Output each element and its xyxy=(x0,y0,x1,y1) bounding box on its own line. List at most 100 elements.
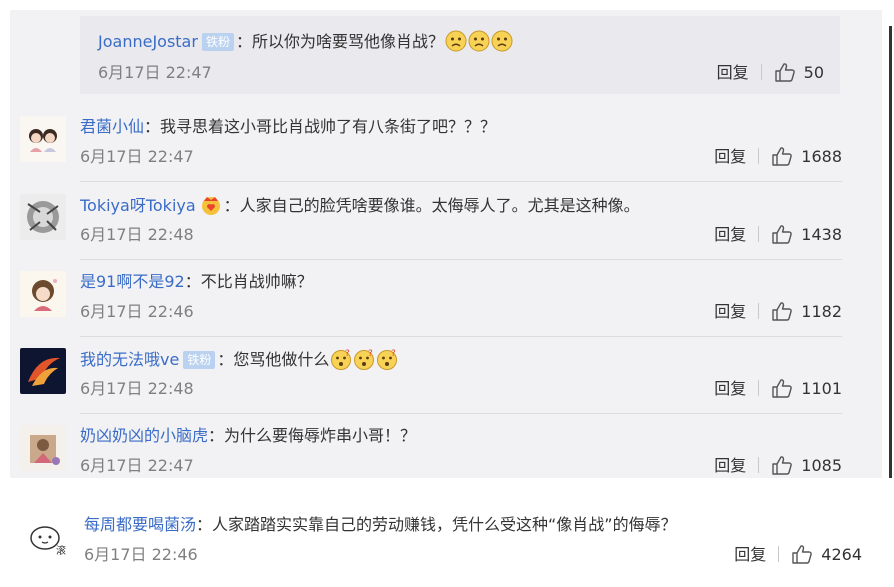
username-link[interactable]: Tokiya呀Tokiya xyxy=(80,196,196,215)
reply-button[interactable]: 回复 xyxy=(714,456,746,475)
timestamp: 6月17日 22:47 xyxy=(98,63,212,82)
reply-button[interactable]: 回复 xyxy=(734,545,766,564)
actions: 回复 1688 xyxy=(714,146,842,168)
timestamp: 6月17日 22:48 xyxy=(80,379,194,398)
comment-line: 奶凶奶凶的小脑虎：为什么要侮辱炸串小哥！？ xyxy=(80,425,416,447)
nested-reply-line: JoanneJostar 铁粉 ：所以你为啥要骂他像肖战？ xyxy=(98,30,513,53)
fan-badge[interactable]: 铁粉 xyxy=(183,351,216,369)
like-count: 4264 xyxy=(821,545,862,564)
divider xyxy=(80,259,842,260)
comment-item: 君菌小仙：我寻思着这小哥比肖战帅了有八条街了吧？？？ 6月17日 22:47 回… xyxy=(20,116,842,172)
comment-line: 我的无法哦ve 铁粉 ：您骂他做什么??? xyxy=(80,348,398,371)
thumbs-up-icon[interactable] xyxy=(774,62,796,82)
svg-text:?: ? xyxy=(391,349,396,359)
fan-badge[interactable]: 铁粉 xyxy=(201,33,234,51)
avatar[interactable] xyxy=(20,271,66,317)
username-link[interactable]: JoanneJostar xyxy=(98,32,198,51)
reply-button[interactable]: 回复 xyxy=(714,225,746,244)
username-link[interactable]: 是91啊不是92 xyxy=(80,272,185,291)
actions: 回复 1182 xyxy=(714,301,842,323)
divider xyxy=(80,336,842,337)
scrollbar[interactable] xyxy=(889,26,892,478)
username-link[interactable]: 君菌小仙 xyxy=(80,117,144,136)
like-count: 1688 xyxy=(801,147,842,166)
reply-button[interactable]: 回复 xyxy=(714,302,746,321)
comment-meta: 6月17日 22:47 回复 1085 xyxy=(80,455,842,477)
comment-line: 君菌小仙：我寻思着这小哥比肖战帅了有八条街了吧？？？ xyxy=(80,116,496,138)
comment-item: 是91啊不是92：不比肖战帅嘛？ 6月17日 22:46 回复 1182 xyxy=(20,271,842,327)
username-link[interactable]: 奶凶奶凶的小脑虎 xyxy=(80,426,208,445)
comment-item: 滚 每周都要喝菌汤：人家踏踏实实靠自己的劳动赚钱，凭什么受这种“像肖战”的侮辱？… xyxy=(24,514,862,570)
comment-line: 每周都要喝菌汤：人家踏踏实实靠自己的劳动赚钱，凭什么受这种“像肖战”的侮辱？ xyxy=(84,514,677,536)
comment-text: ：人家自己的脸凭啥要像谁。太侮辱人了。尤其是这种像。 xyxy=(223,196,640,215)
comment-text: ：不比肖战帅嘛？ xyxy=(184,272,313,291)
nested-reply-meta: 6月17日 22:47 回复 50 xyxy=(98,62,824,84)
like-count: 50 xyxy=(803,63,824,82)
thumbs-up-icon[interactable] xyxy=(771,455,793,475)
sad-face-emoji xyxy=(445,30,467,52)
reply-button[interactable]: 回复 xyxy=(714,147,746,166)
timestamp: 6月17日 22:46 xyxy=(80,302,194,321)
crown-badge-icon[interactable] xyxy=(200,194,222,216)
comment-item: 我的无法哦ve 铁粉 ：您骂他做什么??? 6月17日 22:48 回复 1101 xyxy=(20,348,842,404)
svg-text:?: ? xyxy=(345,349,350,359)
avatar[interactable] xyxy=(20,348,66,394)
puzzled-face-emoji: ? xyxy=(377,349,398,370)
comment-meta: 6月17日 22:46 回复 4264 xyxy=(84,544,862,566)
avatar[interactable]: 滚 xyxy=(24,514,70,560)
reply-button[interactable]: 回复 xyxy=(717,63,749,82)
sad-face-emoji xyxy=(491,30,513,52)
divider xyxy=(80,413,842,414)
avatar[interactable] xyxy=(20,116,66,162)
actions: 回复 1101 xyxy=(714,378,842,400)
thumbs-up-icon[interactable] xyxy=(791,544,813,564)
action-separator xyxy=(778,546,780,562)
username-link[interactable]: 我的无法哦ve xyxy=(80,350,179,369)
comment-line: 是91啊不是92：不比肖战帅嘛？ xyxy=(80,271,313,293)
svg-text:?: ? xyxy=(368,349,373,359)
action-separator xyxy=(758,303,760,319)
comment-line: Tokiya呀Tokiya ：人家自己的脸凭啥要像谁。太侮辱人了。尤其是这种像。 xyxy=(80,194,640,217)
like-count: 1182 xyxy=(801,302,842,321)
timestamp: 6月17日 22:48 xyxy=(80,225,194,244)
svg-text:滚: 滚 xyxy=(56,544,66,557)
action-separator xyxy=(758,226,760,242)
actions: 回复 1085 xyxy=(714,455,842,477)
puzzled-face-emoji: ? xyxy=(331,349,352,370)
thumbs-up-icon[interactable] xyxy=(771,378,793,398)
comment-text: ：为什么要侮辱炸串小哥！？ xyxy=(208,426,417,445)
thumbs-up-icon[interactable] xyxy=(771,146,793,166)
like-count: 1085 xyxy=(801,456,842,475)
nested-reply: JoanneJostar 铁粉 ：所以你为啥要骂他像肖战？ 6月17日 22:47 … xyxy=(80,16,840,94)
comment-text: ：人家踏踏实实靠自己的劳动赚钱，凭什么受这种“像肖战”的侮辱？ xyxy=(196,515,677,534)
comment-meta: 6月17日 22:48 回复 1101 xyxy=(80,378,842,400)
comment-meta: 6月17日 22:48 回复 1438 xyxy=(80,224,842,246)
action-separator xyxy=(758,380,760,396)
comment-meta: 6月17日 22:47 回复 1688 xyxy=(80,146,842,168)
comment-meta: 6月17日 22:46 回复 1182 xyxy=(80,301,842,323)
avatar[interactable] xyxy=(20,194,66,240)
thumbs-up-icon[interactable] xyxy=(771,301,793,321)
thumbs-up-icon[interactable] xyxy=(771,224,793,244)
comment-text: ：您骂他做什么 xyxy=(217,350,330,369)
like-count: 1101 xyxy=(801,379,842,398)
action-separator xyxy=(758,148,760,164)
timestamp: 6月17日 22:46 xyxy=(84,545,198,564)
avatar[interactable] xyxy=(20,425,66,471)
action-separator xyxy=(760,64,762,80)
comment-item: 奶凶奶凶的小脑虎：为什么要侮辱炸串小哥！？ 6月17日 22:47 回复 1085 xyxy=(20,425,842,481)
reply-button[interactable]: 回复 xyxy=(714,379,746,398)
comment-item: Tokiya呀Tokiya ：人家自己的脸凭啥要像谁。太侮辱人了。尤其是这种像。 … xyxy=(20,194,842,250)
actions: 回复 4264 xyxy=(734,544,862,566)
comment-text: ：所以你为啥要骂他像肖战？ xyxy=(235,32,444,51)
username-link[interactable]: 每周都要喝菌汤 xyxy=(84,515,196,534)
actions: 回复 1438 xyxy=(714,224,842,246)
timestamp: 6月17日 22:47 xyxy=(80,147,194,166)
comment-text: ：我寻思着这小哥比肖战帅了有八条街了吧？？？ xyxy=(144,117,497,136)
puzzled-face-emoji: ? xyxy=(354,349,375,370)
action-separator xyxy=(758,457,760,473)
divider xyxy=(80,181,842,182)
timestamp: 6月17日 22:47 xyxy=(80,456,194,475)
sad-face-emoji xyxy=(468,30,490,52)
actions: 回复 50 xyxy=(717,62,824,84)
